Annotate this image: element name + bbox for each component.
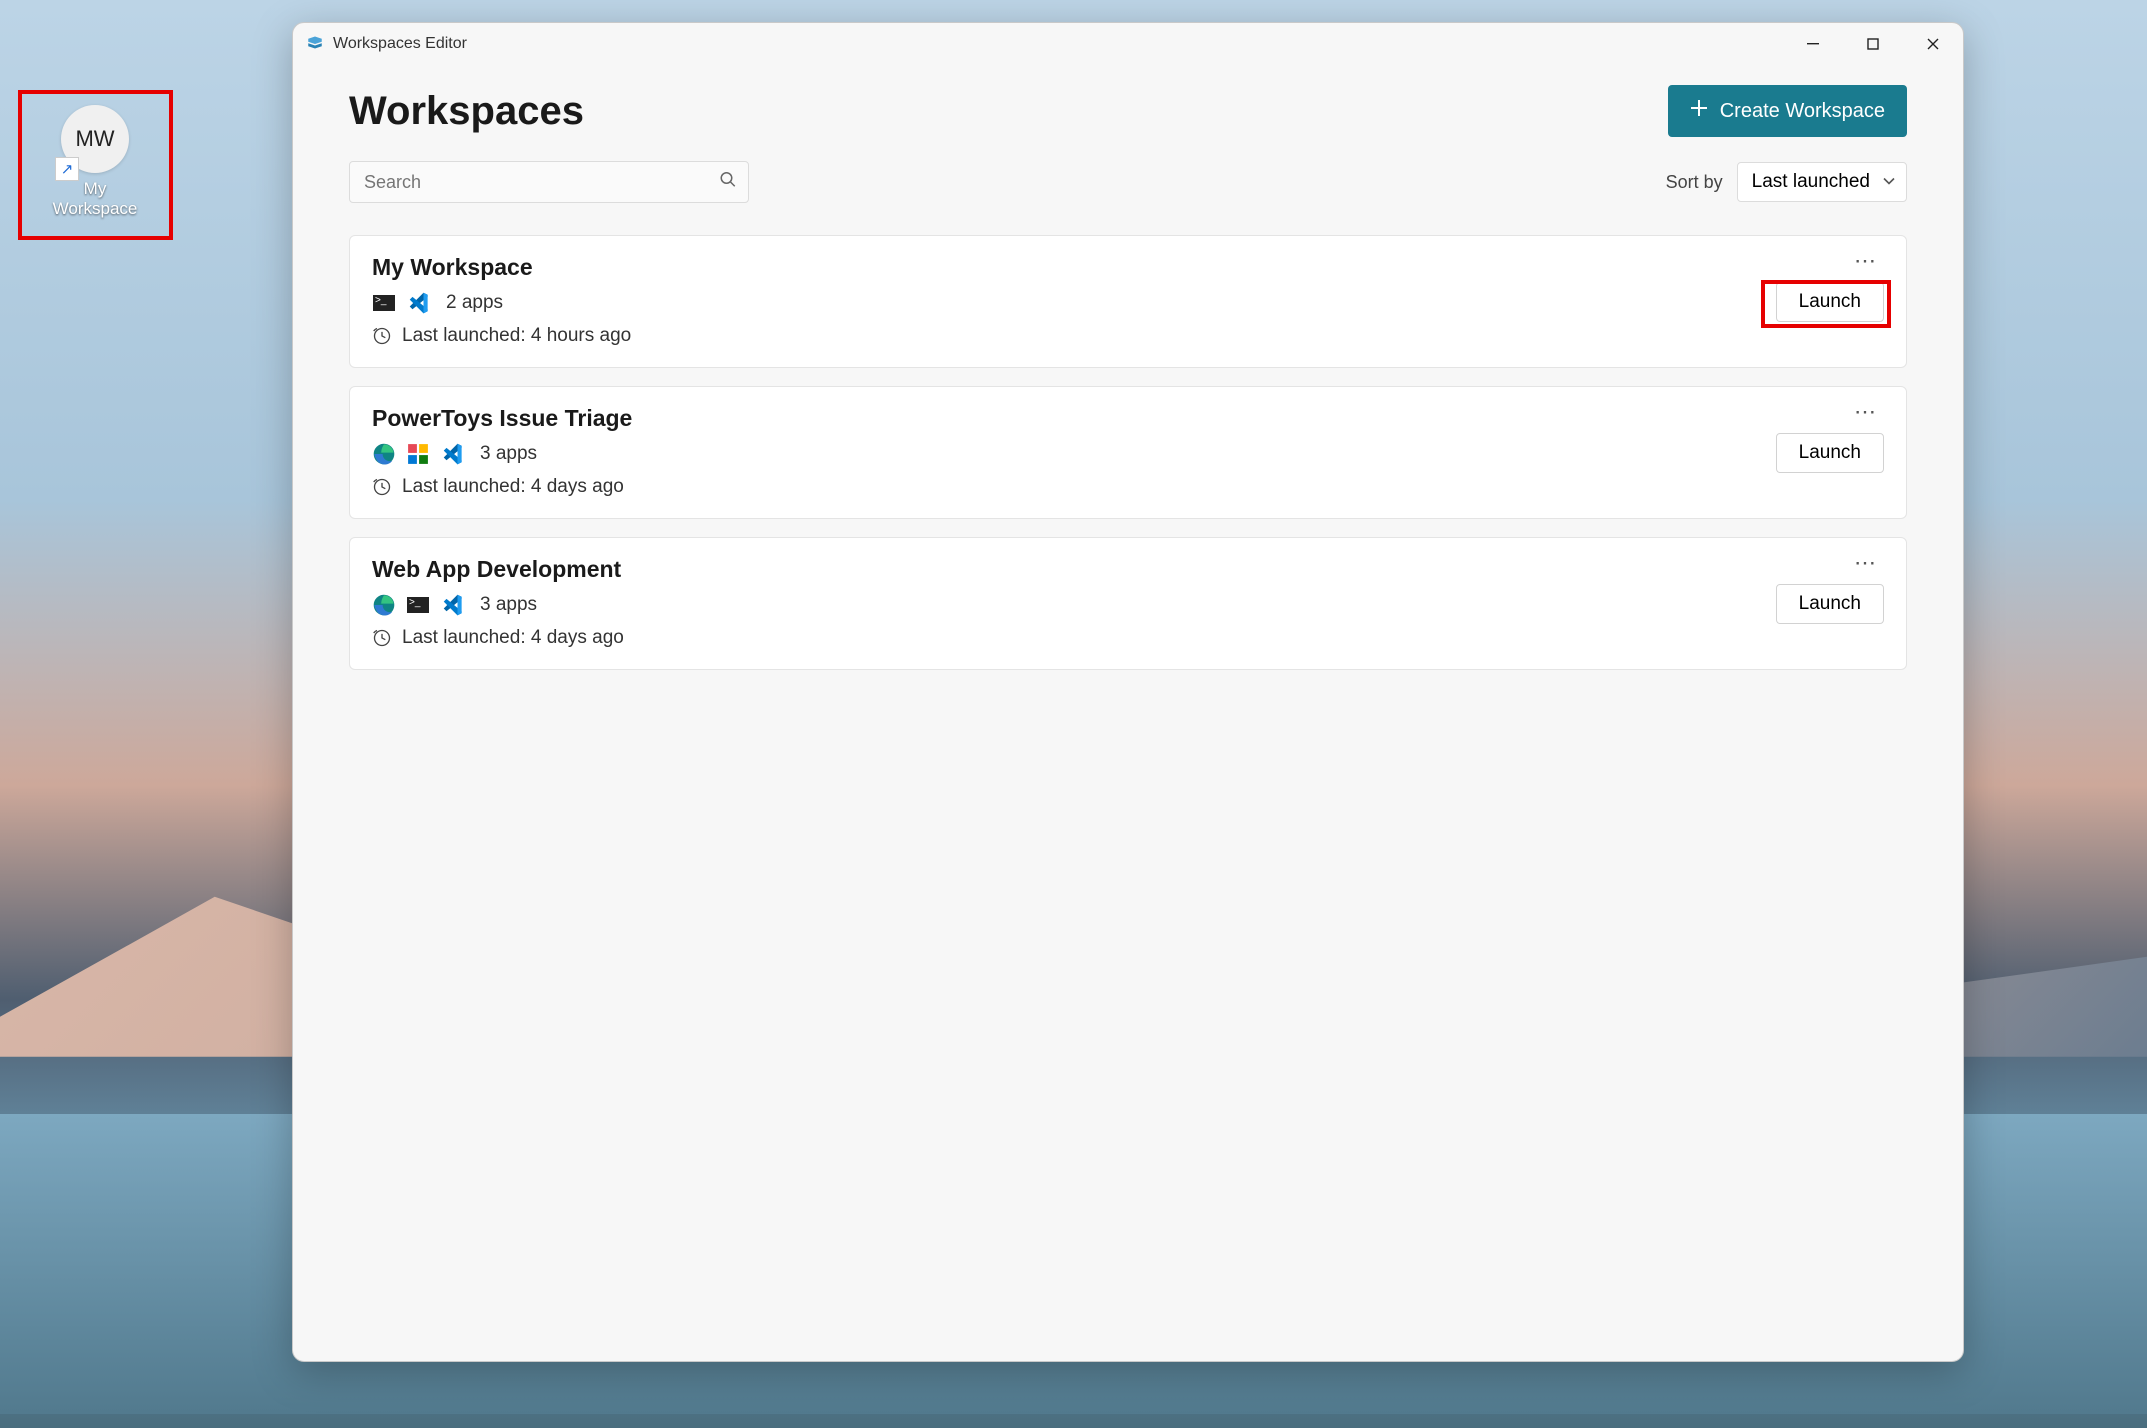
- edge-icon: [372, 593, 396, 617]
- app-icon: [305, 34, 325, 54]
- clock-icon: [372, 326, 392, 346]
- workspace-last-launched: Last launched: 4 days ago: [372, 476, 1884, 498]
- vscode-icon: [440, 593, 464, 617]
- workspace-last-launched: Last launched: 4 hours ago: [372, 325, 1884, 347]
- close-button[interactable]: [1903, 23, 1963, 65]
- more-options-button[interactable]: ⋯: [1848, 552, 1884, 574]
- cmd-icon: [406, 593, 430, 617]
- workspace-app-count: 2 apps: [446, 292, 503, 314]
- titlebar[interactable]: Workspaces Editor: [293, 23, 1963, 65]
- create-workspace-label: Create Workspace: [1720, 100, 1885, 123]
- header-row: Workspaces Create Workspace: [349, 85, 1907, 137]
- more-options-button[interactable]: ⋯: [1848, 250, 1884, 272]
- search-input[interactable]: [349, 161, 749, 203]
- launch-button[interactable]: Launch: [1776, 433, 1884, 473]
- desktop-shortcut-circle: MW ↗: [61, 105, 129, 173]
- workspace-list: My Workspace 2 apps Last launched: 4 hours…: [349, 235, 1907, 670]
- maximize-button[interactable]: [1843, 23, 1903, 65]
- workspace-last-launched: Last launched: 4 days ago: [372, 627, 1884, 649]
- launch-button[interactable]: Launch: [1776, 282, 1884, 322]
- desktop-shortcut-label: My Workspace: [53, 179, 138, 218]
- card-actions: ⋯ Launch: [1776, 552, 1884, 624]
- workspace-name: Web App Development: [372, 556, 1884, 583]
- workspace-name: My Workspace: [372, 254, 1884, 281]
- desktop-shortcut-initials: MW: [75, 126, 114, 152]
- sort-by-label: Sort by: [1666, 172, 1723, 193]
- search-wrap: [349, 161, 749, 203]
- clock-icon: [372, 477, 392, 497]
- more-options-button[interactable]: ⋯: [1848, 401, 1884, 423]
- last-launched-text: Last launched: 4 days ago: [402, 476, 624, 498]
- plus-icon: [1690, 99, 1708, 123]
- workspace-card[interactable]: PowerToys Issue Triage 3 apps Last launche…: [349, 386, 1907, 519]
- sort-dropdown[interactable]: Last launched: [1737, 162, 1907, 202]
- desktop-shortcut-my-workspace[interactable]: MW ↗ My Workspace: [34, 105, 156, 218]
- card-actions: ⋯ Launch: [1776, 401, 1884, 473]
- chevron-down-icon: [1882, 174, 1896, 191]
- workspace-app-count: 3 apps: [480, 594, 537, 616]
- launch-button[interactable]: Launch: [1776, 584, 1884, 624]
- card-actions: ⋯ Launch: [1776, 250, 1884, 322]
- workspaces-editor-window: Workspaces Editor Workspaces Create Work…: [292, 22, 1964, 1362]
- sort-selected-value: Last launched: [1752, 171, 1870, 192]
- page-title: Workspaces: [349, 89, 584, 134]
- content-area: Workspaces Create Workspace Sort by Last…: [293, 65, 1963, 1361]
- cmd-icon: [372, 291, 396, 315]
- workspace-apps-row: 2 apps: [372, 291, 1884, 315]
- vscode-icon: [440, 442, 464, 466]
- clock-icon: [372, 628, 392, 648]
- workspace-card[interactable]: Web App Development 3 apps Last launched: …: [349, 537, 1907, 670]
- minimize-button[interactable]: [1783, 23, 1843, 65]
- vscode-icon: [406, 291, 430, 315]
- window-title: Workspaces Editor: [333, 35, 467, 53]
- workspace-apps-row: 3 apps: [372, 442, 1884, 466]
- toolbar-row: Sort by Last launched: [349, 161, 1907, 203]
- sort-wrap: Sort by Last launched: [1666, 162, 1907, 202]
- last-launched-text: Last launched: 4 hours ago: [402, 325, 631, 347]
- workspace-app-count: 3 apps: [480, 443, 537, 465]
- create-workspace-button[interactable]: Create Workspace: [1668, 85, 1907, 137]
- last-launched-text: Last launched: 4 days ago: [402, 627, 624, 649]
- workspace-name: PowerToys Issue Triage: [372, 405, 1884, 432]
- edge-icon: [372, 442, 396, 466]
- shortcut-arrow-icon: ↗: [55, 157, 79, 181]
- workspace-apps-row: 3 apps: [372, 593, 1884, 617]
- workspace-card[interactable]: My Workspace 2 apps Last launched: 4 hours…: [349, 235, 1907, 368]
- window-controls: [1783, 23, 1963, 65]
- powertoys-icon: [406, 442, 430, 466]
